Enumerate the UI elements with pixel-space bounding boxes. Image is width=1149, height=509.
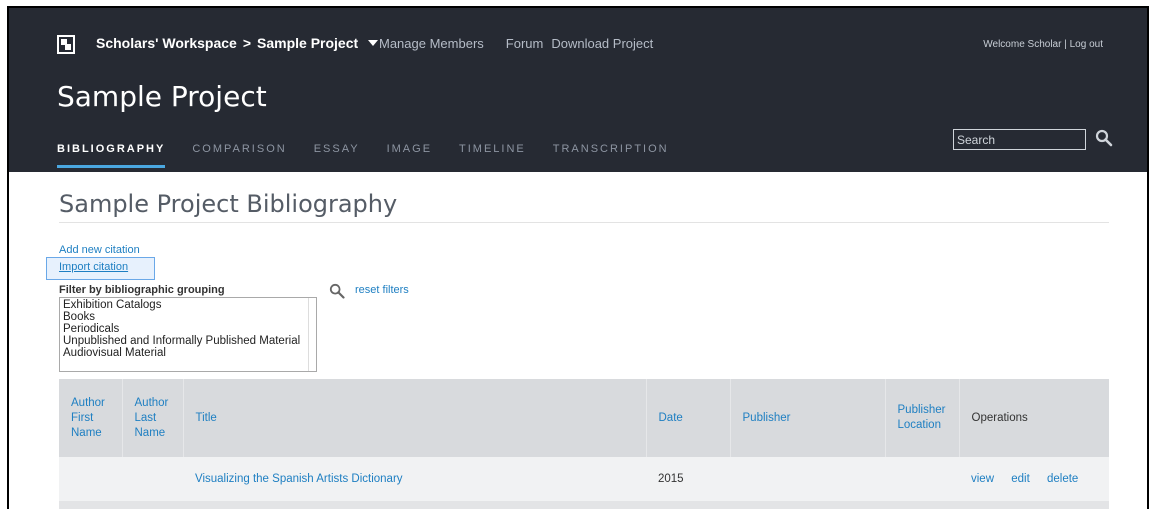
add-citation-link[interactable]: Add new citation [59,244,140,256]
import-citation-link[interactable]: Import citation [59,261,128,273]
nav-forum[interactable]: Forum [506,36,544,51]
tool-tabs: BIBLIOGRAPHY COMPARISON ESSAY IMAGE TIME… [57,143,696,168]
col-date[interactable]: Date [646,379,731,457]
col-publisher[interactable]: Publisher [730,379,886,457]
project-title: Sample Project [57,80,267,113]
citations-table: Author First Name Author Last Name Title… [59,379,1109,509]
welcome-text: Welcome Scholar [983,39,1062,50]
user-separator: | [1064,39,1067,50]
nav-download-project[interactable]: Download Project [551,36,653,51]
chevron-down-icon[interactable] [368,40,379,46]
table-row: Visualizing the Spanish Artists Dictiona… [59,457,1109,501]
cell-operations: view edit delete [959,457,1109,501]
cell-publisher-location [885,457,959,501]
filter-scrollbar[interactable] [308,298,316,371]
citation-title-link[interactable]: Visualizing the Spanish Artists Dictiona… [195,473,403,485]
cell-first-name [59,457,122,501]
table-header-row: Author First Name Author Last Name Title… [59,379,1109,457]
breadcrumb-separator: > [242,35,251,51]
grouping-filter-select[interactable]: Exhibition Catalogs Books Periodicals Un… [59,297,317,372]
site-logo-icon[interactable] [57,35,75,54]
breadcrumb-project[interactable]: Sample Project [257,35,358,51]
search-icon[interactable] [329,283,345,299]
filter-option[interactable]: Books [63,311,316,323]
logout-link[interactable]: Log out [1070,39,1103,50]
view-link[interactable]: view [971,473,994,485]
tab-comparison[interactable]: COMPARISON [192,143,286,168]
cell-title: Visualizing the Spanish Artists Dictiona… [183,457,646,501]
title-divider [59,222,1109,223]
edit-link[interactable]: edit [1011,473,1030,485]
col-operations: Operations [959,379,1109,457]
delete-link[interactable]: delete [1047,473,1078,485]
search-icon[interactable] [1095,129,1113,147]
col-author-first-name[interactable]: Author First Name [59,379,123,457]
tab-transcription[interactable]: TRANSCRIPTION [553,143,669,168]
page-frame: Scholars' Workspace > Sample Project Man… [7,6,1149,509]
search-input[interactable] [953,129,1086,150]
cell-last-name [122,457,183,501]
reset-filters-link[interactable]: reset filters [355,284,409,296]
filter-option[interactable]: Exhibition Catalogs [63,299,316,311]
cell-date: 2015 [646,457,730,501]
tab-timeline[interactable]: TIMELINE [459,143,526,168]
col-publisher-location[interactable]: Publisher Location [885,379,960,457]
page-title: Sample Project Bibliography [59,190,398,218]
top-nav: Manage Members Forum Download Project [379,36,653,51]
filter-label: Filter by bibliographic grouping [59,284,225,296]
tab-essay[interactable]: ESSAY [314,143,360,168]
col-title[interactable]: Title [183,379,647,457]
filter-option[interactable]: Unpublished and Informally Published Mat… [63,335,316,347]
filter-option[interactable]: Audiovisual Material [63,347,316,359]
table-row-partial [59,501,1109,509]
breadcrumb: Scholars' Workspace > Sample Project [96,35,379,51]
user-bar: Welcome Scholar | Log out [983,39,1103,50]
cell-partial [59,501,1109,509]
nav-manage-members[interactable]: Manage Members [379,36,484,51]
cell-publisher [730,457,885,501]
site-header: Scholars' Workspace > Sample Project Man… [9,8,1147,172]
tab-image[interactable]: IMAGE [387,143,432,168]
tab-bibliography[interactable]: BIBLIOGRAPHY [57,143,166,168]
filter-option[interactable]: Periodicals [63,323,316,335]
col-author-last-name[interactable]: Author Last Name [122,379,184,457]
breadcrumb-site[interactable]: Scholars' Workspace [96,35,237,51]
